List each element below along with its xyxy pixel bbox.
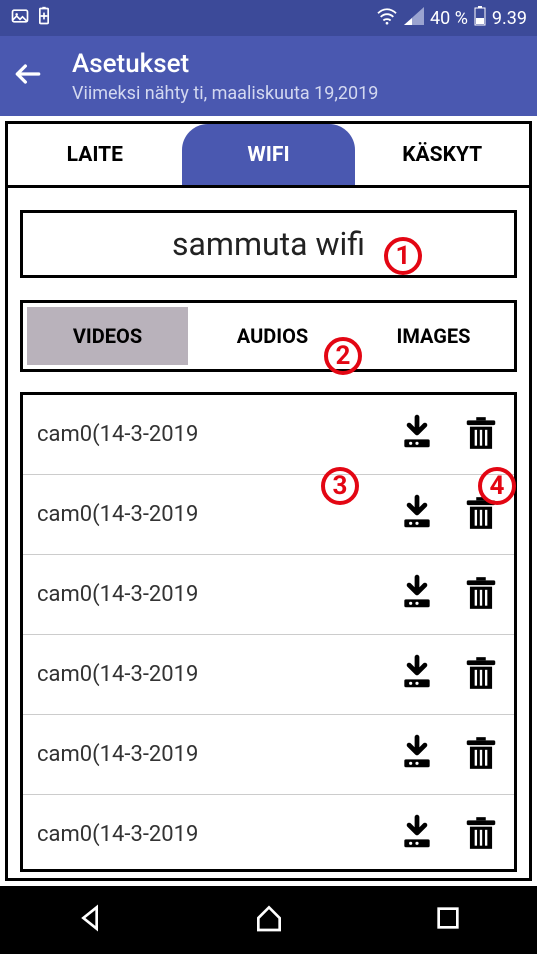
file-name: cam0(14-3-2019 xyxy=(37,502,398,527)
tab-wifi[interactable]: WIFI xyxy=(182,124,356,185)
back-button[interactable] xyxy=(12,58,44,94)
list-item: cam0(14-3-2019 xyxy=(23,395,514,475)
screenshot-icon xyxy=(10,6,30,31)
list-item: cam0(14-3-2019 xyxy=(23,635,514,715)
main-tabs: LAITE WIFI KÄSKYT xyxy=(8,124,529,188)
nav-home-icon[interactable] xyxy=(253,902,285,938)
file-name: cam0(14-3-2019 xyxy=(37,662,398,687)
annotation-2: 2 xyxy=(324,337,362,375)
delete-icon[interactable] xyxy=(462,734,500,776)
wifi-toggle-label: sammuta wifi xyxy=(172,225,365,263)
page-title: Asetukset xyxy=(72,49,378,79)
nav-recent-icon[interactable] xyxy=(432,902,464,938)
annotation-4: 4 xyxy=(478,467,516,505)
annotation-3: 3 xyxy=(321,467,359,505)
nav-back-icon[interactable] xyxy=(74,902,106,938)
file-name: cam0(14-3-2019 xyxy=(37,742,398,767)
page-subtitle: Viimeksi nähty ti, maaliskuuta 19,2019 xyxy=(72,83,378,104)
media-tab-videos[interactable]: VIDEOS xyxy=(27,307,188,365)
download-icon[interactable] xyxy=(398,654,436,696)
signal-icon xyxy=(404,7,424,30)
battery-plus-icon xyxy=(36,6,52,31)
delete-icon[interactable] xyxy=(462,414,500,456)
delete-icon[interactable] xyxy=(462,654,500,696)
app-bar: Asetukset Viimeksi nähty ti, maaliskuuta… xyxy=(0,36,537,116)
download-icon[interactable] xyxy=(398,494,436,536)
annotation-1: 1 xyxy=(384,237,422,275)
download-icon[interactable] xyxy=(398,414,436,456)
battery-icon xyxy=(474,6,486,31)
file-name: cam0(14-3-2019 xyxy=(37,822,398,847)
file-list[interactable]: cam0(14-3-2019 cam0(14-3-2019 cam0(14-3-… xyxy=(20,392,517,872)
tab-device[interactable]: LAITE xyxy=(8,124,182,185)
tab-commands[interactable]: KÄSKYT xyxy=(355,124,529,185)
download-icon[interactable] xyxy=(398,734,436,776)
content-frame: LAITE WIFI KÄSKYT sammuta wifi VIDEOS AU… xyxy=(5,121,532,881)
media-tab-images[interactable]: IMAGES xyxy=(353,303,514,369)
android-nav-bar xyxy=(0,886,537,954)
list-item: cam0(14-3-2019 xyxy=(23,795,514,872)
battery-percent: 40 % xyxy=(430,8,468,29)
wifi-icon xyxy=(376,7,398,30)
file-name: cam0(14-3-2019 xyxy=(37,422,398,447)
wifi-toggle-box[interactable]: sammuta wifi xyxy=(20,210,517,278)
download-icon[interactable] xyxy=(398,574,436,616)
download-icon[interactable] xyxy=(398,814,436,856)
status-bar: 40 % 9.39 xyxy=(0,0,537,36)
delete-icon[interactable] xyxy=(462,814,500,856)
media-tabs: VIDEOS AUDIOS IMAGES xyxy=(20,300,517,372)
delete-icon[interactable] xyxy=(462,574,500,616)
list-item: cam0(14-3-2019 xyxy=(23,475,514,555)
file-name: cam0(14-3-2019 xyxy=(37,582,398,607)
list-item: cam0(14-3-2019 xyxy=(23,715,514,795)
clock: 9.39 xyxy=(492,8,527,29)
list-item: cam0(14-3-2019 xyxy=(23,555,514,635)
